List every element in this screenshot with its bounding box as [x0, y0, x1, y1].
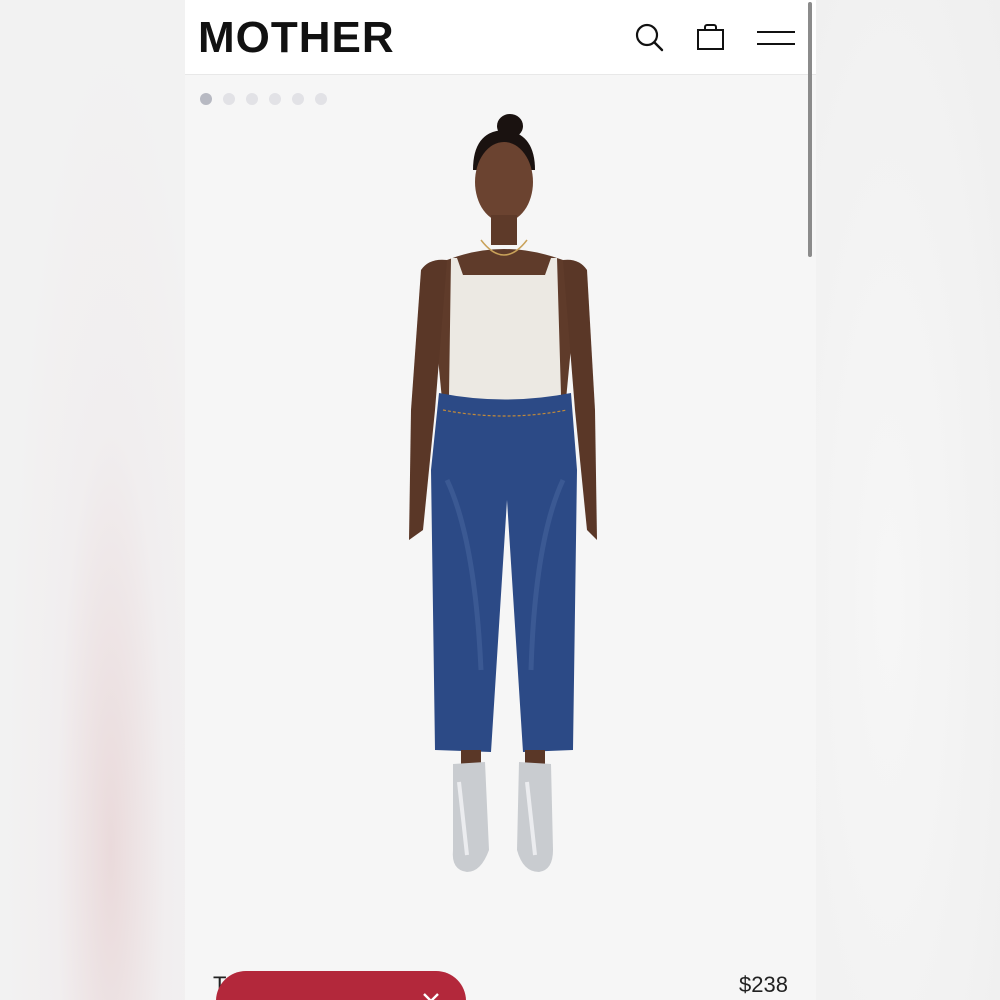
search-icon[interactable] — [632, 20, 668, 56]
pagination-dot[interactable] — [315, 93, 327, 105]
mobile-page: MOTHER $238 — [185, 0, 816, 1000]
pagination-dot[interactable] — [292, 93, 304, 105]
menu-icon[interactable] — [755, 20, 797, 56]
brand-logo[interactable]: MOTHER — [198, 12, 395, 64]
site-header: MOTHER — [185, 0, 816, 75]
background-right — [815, 0, 1000, 1000]
pagination-dot[interactable] — [246, 93, 258, 105]
product-price: $238 — [739, 972, 788, 997]
product-image[interactable] — [185, 110, 816, 900]
close-icon[interactable] — [420, 990, 442, 1000]
shopping-bag-icon[interactable] — [693, 20, 729, 56]
pagination-dot[interactable] — [269, 93, 281, 105]
background-left — [0, 0, 185, 1000]
pagination-dot-active[interactable] — [200, 93, 212, 105]
pagination-dot[interactable] — [223, 93, 235, 105]
image-pagination-dots — [200, 93, 327, 105]
